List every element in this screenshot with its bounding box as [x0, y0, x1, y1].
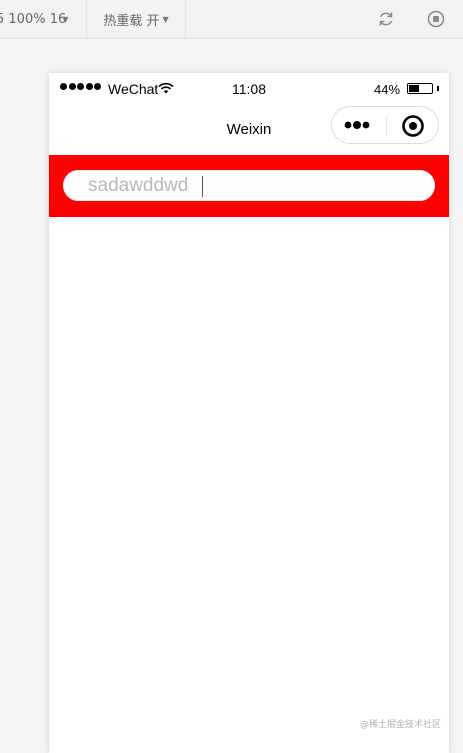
hot-reload-label: 热重载 开: [103, 13, 160, 29]
stop-icon[interactable]: [427, 10, 445, 28]
battery-tip: [437, 86, 439, 91]
watermark: @稀土掘金技术社区: [360, 720, 442, 730]
status-bar: WeChat 11:08 44%: [49, 73, 449, 105]
chevron-down-icon: ▼: [162, 14, 169, 24]
text-cursor: [202, 176, 203, 197]
navigation-bar: Weixin: [49, 105, 449, 155]
devtools-toolbar: 5 100% 16 ▼ 热重载 开 ▼: [0, 0, 463, 39]
battery-icon: [407, 83, 433, 94]
refresh-icon[interactable]: [377, 10, 395, 28]
chevron-down-icon: ▼: [62, 14, 69, 24]
zoom-label: 5 100% 16: [0, 11, 67, 27]
search-input[interactable]: [63, 170, 435, 201]
target-close-icon[interactable]: [401, 114, 425, 138]
battery-percent: 44%: [374, 82, 401, 97]
zoom-selector[interactable]: 5 100% 16 ▼: [0, 0, 87, 38]
capsule-divider: [386, 116, 387, 136]
search-bar: [49, 155, 449, 217]
more-dots-icon[interactable]: [344, 120, 374, 130]
menu-capsule: [331, 106, 439, 144]
hot-reload-toggle[interactable]: 热重载 开 ▼: [87, 0, 186, 38]
phone-simulator: WeChat 11:08 44% Weixin: [49, 73, 449, 753]
